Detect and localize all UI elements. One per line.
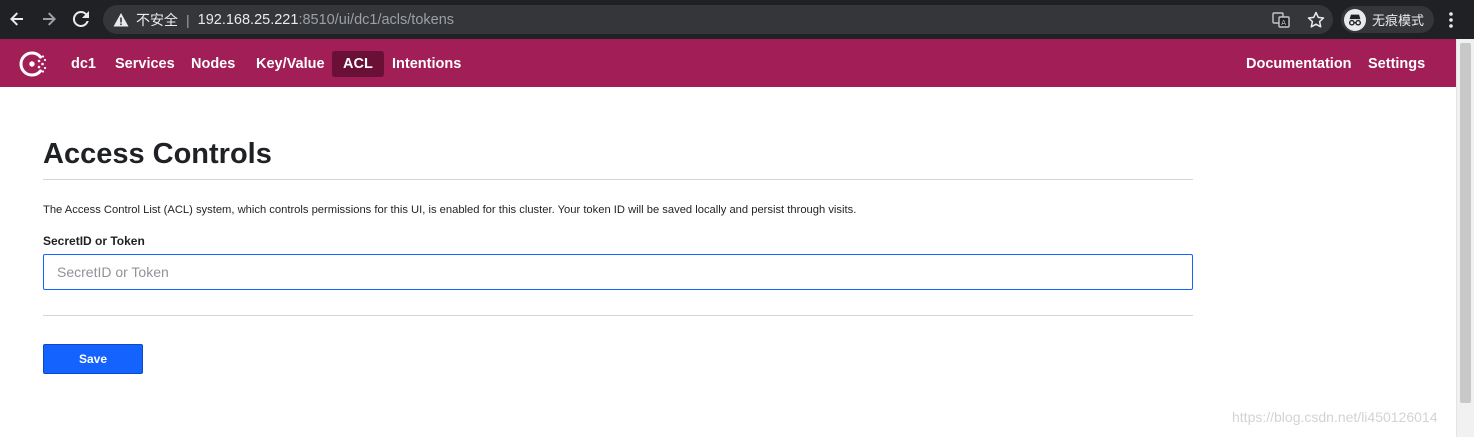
omnibox-separator: | <box>186 11 190 28</box>
back-icon[interactable] <box>4 6 30 32</box>
nav-intentions[interactable]: Intentions <box>381 51 472 77</box>
app-header: dc1 Services Nodes Key/Value ACL Intenti… <box>0 39 1456 87</box>
bookmark-star-icon[interactable] <box>1306 10 1326 30</box>
warning-icon <box>113 12 129 28</box>
browser-toolbar: 不安全 | 192.168.25.221:8510/ui/dc1/acls/to… <box>0 0 1474 39</box>
nav-nodes[interactable]: Nodes <box>180 51 246 77</box>
incognito-profile-button[interactable]: 无痕模式 <box>1341 6 1435 33</box>
nav-settings[interactable]: Settings <box>1357 51 1436 77</box>
nav-services[interactable]: Services <box>104 51 186 77</box>
more-menu-icon[interactable] <box>1443 10 1459 30</box>
reload-icon[interactable] <box>68 6 94 32</box>
incognito-label: 无痕模式 <box>1372 13 1425 28</box>
token-input[interactable] <box>43 254 1193 290</box>
nav-documentation[interactable]: Documentation <box>1235 51 1363 77</box>
translate-icon[interactable]: A <box>1271 10 1291 30</box>
watermark-text: https://blog.csdn.net/li450126014 <box>1232 409 1438 425</box>
scrollbar-thumb[interactable] <box>1460 43 1471 403</box>
address-bar[interactable]: 不安全 | 192.168.25.221:8510/ui/dc1/acls/to… <box>103 5 1333 34</box>
security-label[interactable]: 不安全 <box>136 10 178 30</box>
nav-key-value[interactable]: Key/Value <box>245 51 336 77</box>
acl-description: The Access Control List (ACL) system, wh… <box>43 204 857 216</box>
nav-datacenter[interactable]: dc1 <box>60 51 107 77</box>
url-host: 192.168.25.221 <box>197 11 299 28</box>
form-divider <box>43 315 1193 316</box>
nav-acl[interactable]: ACL <box>332 51 384 77</box>
title-divider <box>43 179 1193 180</box>
page-title: Access Controls <box>43 138 272 170</box>
consul-logo-icon[interactable] <box>18 50 48 78</box>
url-path: :8510/ui/dc1/acls/tokens <box>298 11 455 28</box>
token-field-label: SecretID or Token <box>43 234 145 248</box>
incognito-icon <box>1344 8 1366 31</box>
svg-text:A: A <box>1281 19 1286 27</box>
page-scrollbar[interactable] <box>1456 39 1474 437</box>
forward-icon[interactable] <box>36 6 62 32</box>
save-button[interactable]: Save <box>43 344 143 374</box>
